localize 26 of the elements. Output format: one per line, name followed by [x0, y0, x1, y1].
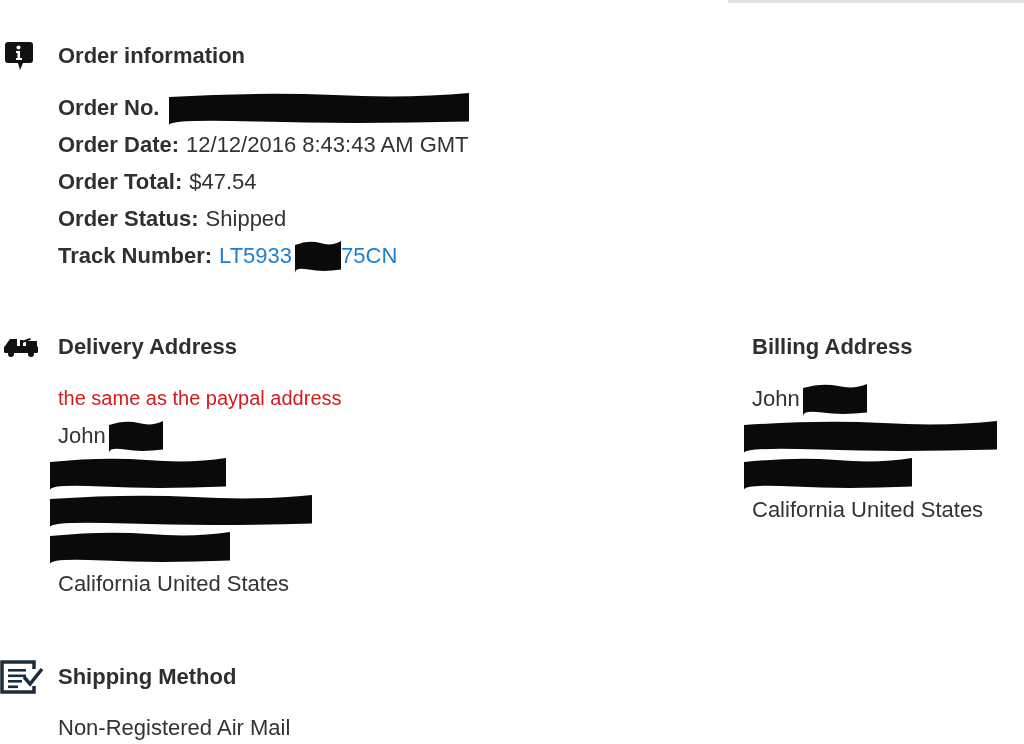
redaction-mark — [295, 238, 342, 273]
section-title: Billing Address — [752, 333, 913, 361]
redaction-mark — [108, 418, 163, 453]
truck-icon — [3, 335, 39, 358]
section-title: Order information — [58, 42, 245, 70]
field-label: Order Total: — [58, 168, 183, 196]
info-bubble-icon — [4, 40, 34, 71]
checklist-icon — [0, 659, 44, 694]
section-title: Shipping Method — [58, 663, 237, 691]
shipping-method-value: Non-Registered Air Mail — [58, 714, 291, 742]
field-value: Shipped — [205, 205, 287, 233]
track-number-link[interactable]: LT5933 — [219, 239, 293, 272]
field-value: $47.54 — [189, 168, 257, 196]
section-title: Delivery Address — [58, 333, 237, 361]
field-value: John — [58, 422, 106, 450]
field-label: Order Date: — [58, 131, 180, 159]
field-value: John — [752, 385, 800, 413]
field-value: California United States — [58, 570, 290, 598]
field-label: Order Status: — [58, 205, 199, 233]
field-label: Track Number: — [58, 242, 213, 270]
field-value: 12/12/2016 8:43:43 AM GMT — [186, 131, 469, 159]
field-value: California United States — [752, 496, 984, 524]
field-label: Order No. — [58, 94, 160, 122]
address-note: the same as the paypal address — [58, 386, 342, 411]
redaction-mark — [802, 381, 867, 416]
track-number-link[interactable]: 75CN — [341, 239, 398, 272]
